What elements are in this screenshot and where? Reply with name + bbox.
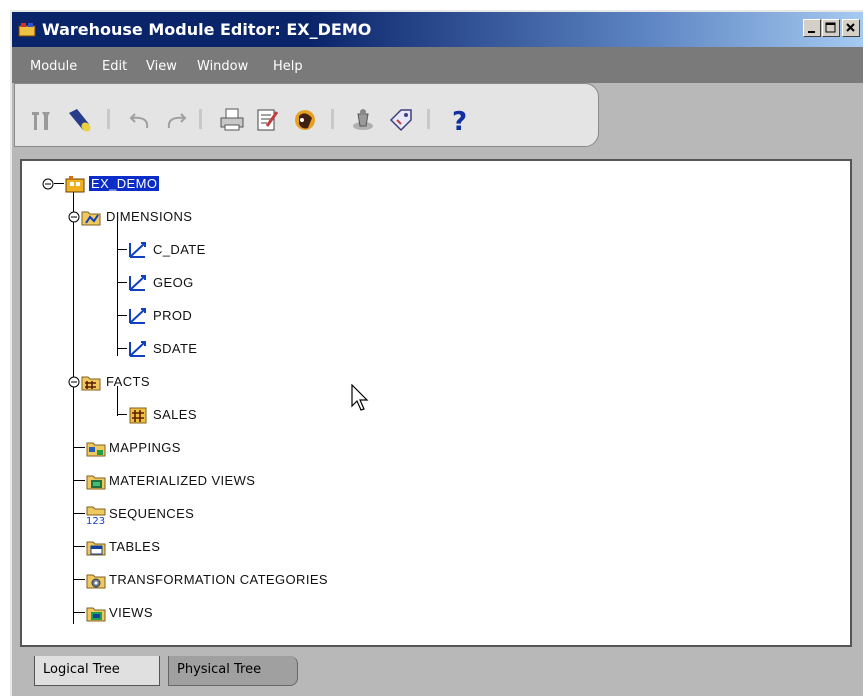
flashlight-icon[interactable] — [65, 106, 93, 134]
fact-folder-icon — [81, 376, 101, 391]
menu-window[interactable]: Window — [197, 59, 248, 74]
toolbar-separator — [331, 109, 334, 129]
menu-module[interactable]: Module — [30, 59, 77, 74]
tree-tabs: Logical Tree Physical Tree — [20, 656, 860, 690]
fact-icon — [129, 407, 147, 424]
tree-label-materialized-views: MATERIALIZED VIEWS — [109, 473, 256, 488]
maximize-icon — [825, 22, 836, 33]
tree-line — [54, 183, 64, 184]
toolbar-separator — [107, 109, 110, 129]
title-bar[interactable]: Warehouse Module Editor: EX_DEMO — [12, 12, 863, 47]
tree-line — [73, 546, 85, 547]
tree-line — [73, 612, 85, 613]
print-icon[interactable] — [218, 106, 246, 134]
tree-line — [73, 513, 85, 514]
collapse-icon[interactable] — [42, 178, 54, 190]
close-icon — [846, 23, 855, 32]
tree-line — [73, 447, 85, 448]
app-icon — [18, 23, 36, 37]
tree-label-geog: GEOG — [153, 275, 194, 290]
tree-panel: EX_DEMO DIMENSIONS C_DATE GEOG PROD SDAT… — [20, 159, 852, 647]
toolbar: ? — [14, 83, 599, 147]
dimension-icon — [129, 275, 146, 291]
view-folder-icon — [86, 607, 106, 622]
tree-label-c-date: C_DATE — [153, 242, 206, 257]
tag-icon[interactable] — [387, 106, 415, 134]
tree-line — [117, 282, 127, 283]
tree-line — [117, 249, 127, 250]
tree-line — [117, 414, 127, 415]
object-icon[interactable] — [349, 106, 377, 134]
minimize-icon — [808, 31, 815, 33]
dimension-icon — [129, 308, 146, 324]
tab-logical-tree-label: Logical Tree — [43, 662, 120, 677]
svg-text:?: ? — [452, 107, 467, 134]
tab-physical-tree-label: Physical Tree — [177, 662, 262, 677]
collapse-icon[interactable] — [68, 211, 80, 223]
toolbar-separator — [199, 109, 202, 129]
tree-line — [117, 221, 118, 356]
menu-edit[interactable]: Edit — [102, 59, 127, 74]
tree-label-views: VIEWS — [109, 605, 153, 620]
dimension-icon — [129, 341, 146, 357]
mapping-folder-icon — [86, 442, 106, 457]
tree-label-mappings: MAPPINGS — [109, 440, 181, 455]
tree-label-sequences: SEQUENCES — [109, 506, 195, 521]
tree-label-tables: TABLES — [109, 539, 161, 554]
toolbar-separator — [427, 109, 430, 129]
tree-label-dimensions: DIMENSIONS — [106, 209, 193, 224]
menu-view[interactable]: View — [146, 59, 177, 74]
redo-icon[interactable] — [161, 106, 189, 134]
tree-label-facts: FACTS — [106, 374, 150, 389]
tree-line — [117, 338, 118, 348]
table-folder-icon — [86, 541, 106, 556]
tree-line — [73, 579, 85, 580]
dimension-folder-icon — [81, 211, 101, 226]
tree-line — [73, 480, 85, 481]
tree-label-root: EX_DEMO — [87, 175, 161, 192]
minimize-button[interactable] — [803, 19, 821, 37]
tools-icon[interactable] — [27, 106, 55, 134]
module-icon — [65, 176, 85, 193]
collapse-icon[interactable] — [68, 376, 80, 388]
menu-help[interactable]: Help — [273, 59, 303, 74]
tree-line — [117, 315, 127, 316]
tree-line — [117, 386, 118, 416]
tree-line — [73, 188, 74, 624]
tree-line — [117, 348, 127, 349]
window-title: Warehouse Module Editor: EX_DEMO — [42, 20, 372, 39]
svg-text:123: 123 — [86, 516, 105, 525]
main-window: Warehouse Module Editor: EX_DEMO Module … — [10, 10, 863, 696]
properties-icon[interactable] — [253, 106, 281, 134]
menu-bar: Module Edit View Window Help — [12, 47, 863, 83]
dimension-icon — [129, 242, 146, 258]
tree-label-sales: SALES — [153, 407, 197, 422]
tree-label-transformation-categories: TRANSFORMATION CATEGORIES — [109, 572, 328, 587]
mouse-cursor-icon — [351, 384, 369, 411]
materialized-view-folder-icon — [86, 475, 106, 490]
tree-label-sdate: SDATE — [153, 341, 198, 356]
wizard-icon[interactable] — [290, 106, 318, 134]
maximize-button[interactable] — [822, 19, 840, 37]
undo-icon[interactable] — [127, 106, 155, 134]
transformation-folder-icon — [86, 574, 106, 589]
sequence-folder-icon: 123 — [86, 506, 106, 525]
close-button[interactable] — [842, 19, 860, 37]
tree-label-prod: PROD — [153, 308, 193, 323]
tab-physical-tree[interactable]: Physical Tree — [168, 656, 298, 686]
tab-logical-tree[interactable]: Logical Tree — [34, 656, 160, 686]
help-icon[interactable]: ? — [445, 106, 473, 134]
